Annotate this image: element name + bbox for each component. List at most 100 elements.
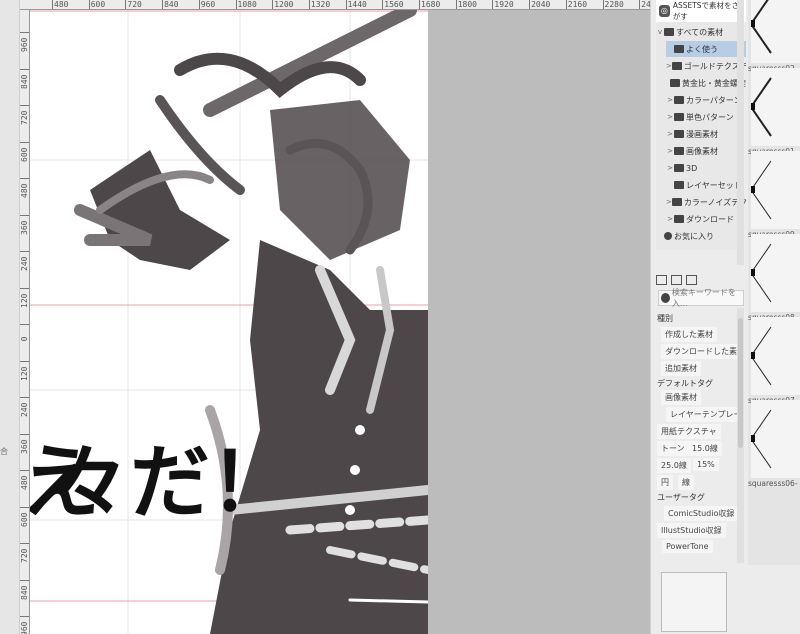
expand-chevron-icon[interactable]: > [666,198,672,206]
material-thumbnail[interactable] [748,400,800,478]
tag-button[interactable]: 15% [693,458,719,471]
workspace-background [428,10,650,634]
ruler-label: 1560 [382,0,404,9]
material-thumbnail[interactable] [748,151,800,229]
left-panel-mark: 合 [0,447,8,456]
tree-item[interactable]: > 画像素材 [666,143,746,159]
tree-item[interactable]: > 漫画素材 [666,126,746,142]
material-thumbnail[interactable] [748,68,800,146]
material-thumbnail[interactable] [748,234,800,312]
tag-button[interactable]: IllustStudio収録 [657,523,726,538]
folder-icon [670,79,680,87]
tag-button[interactable]: 線 [678,475,694,490]
tree-item[interactable]: >3D [666,160,746,176]
expand-chevron-icon[interactable]: v [656,28,664,36]
tree-item[interactable]: > ダウンロード [666,211,746,227]
ruler-label-text: 600 [20,147,29,162]
folder-icon [671,198,682,206]
ruler-label-text: 360 [20,220,29,235]
new-folder-icon[interactable] [656,275,667,285]
ruler-label-text: 600 [20,512,29,527]
ruler-label: 240 [20,251,29,271]
pattern-icon [674,96,684,104]
tree-item-label: カラーパターン [686,95,742,105]
ruler-label: 480 [52,0,69,9]
download-icon [674,215,684,223]
tag-button[interactable]: 15.0線 [688,441,722,456]
tag-button[interactable]: 円 [657,475,673,490]
tag-heading: ユーザータグ [657,493,705,502]
tag-button[interactable]: レイヤーテンプレート [666,407,738,422]
assets-search-button[interactable]: ◎ ASSETSで素材をさがす [656,0,746,22]
tree-scrollbar[interactable] [737,0,744,265]
tree-item[interactable]: レイヤーセット [666,177,746,193]
assets-label: ASSETSで素材をさがす [672,1,740,21]
ruler-label: 720 [20,105,29,125]
tag-scrollbar[interactable] [737,308,744,563]
ruler-label: 480 [20,178,29,198]
material-thumbnail[interactable] [748,317,800,395]
ruler-label: 960 [20,32,29,52]
tree-item[interactable]: お気に入り [656,228,736,244]
vertical-ruler: 960 840 720 600 480 360 240 120 0 120 240 360 480 600… [20,10,30,634]
expand-chevron-icon[interactable]: > [666,130,674,138]
expand-chevron-icon[interactable]: > [666,215,674,223]
ruler-label: 1680 [419,0,441,9]
tag-button[interactable]: 用紙テクスチャ [657,424,721,439]
search-placeholder: 検索キーワードを入... [671,288,736,308]
ruler-label: 120 [20,287,29,308]
tree-item[interactable]: 黄金比・黄金螺旋 [666,75,746,91]
expand-chevron-icon[interactable]: > [666,147,674,155]
ruler-label-text: 240 [20,256,29,271]
expand-chevron-icon[interactable]: > [666,164,674,172]
material-preview [661,572,727,632]
ruler-label-text: 120 [20,293,29,308]
folder-icon [674,45,684,53]
ruler-label-text: 960 [20,621,29,634]
tree-item-label: レイヤーセット [686,180,742,190]
expand-chevron-icon[interactable]: > [666,113,674,121]
ruler-label: 1920 [492,0,514,9]
material-panel: ◎ ASSETSで素材をさがす v すべての素材よく使う >ゴールドテクスチャ黄金比… [650,0,800,634]
search-input[interactable]: 検索キーワードを入... [658,288,744,308]
expand-chevron-icon[interactable]: > [666,96,674,104]
tag-button[interactable]: トーン [657,441,689,456]
ruler-label: 600 [20,141,29,162]
tree-item[interactable]: よく使う [666,41,746,57]
tree-item[interactable]: > カラーパターン [666,92,746,108]
grid-icon [664,28,674,36]
edit-folder-icon[interactable] [686,275,697,285]
tag-button[interactable]: ComicStudio収録 [664,506,738,521]
horizontal-ruler: 480 600 720 840 960 1080 1200 1320 1440 1560 1680 1… [20,0,650,10]
expand-chevron-icon[interactable]: > [666,62,672,70]
tree-item[interactable]: >ゴールドテクスチャ [666,58,746,74]
ruler-label: 600 [20,506,29,527]
tree-item[interactable]: > 単色パターン [666,109,746,125]
tag-button[interactable]: 25.0線 [657,458,691,473]
left-panel: 合 [0,0,20,634]
drawing-canvas[interactable]: え 々だ！ [30,10,428,634]
delete-folder-icon[interactable] [671,275,682,285]
ruler-label: 720 [125,0,142,9]
tree-item[interactable]: v すべての素材 [656,24,736,40]
tag-button[interactable]: PowerTone [662,540,713,553]
ruler-label-text: 720 [20,110,29,125]
tree-item[interactable]: >カラーノイズテクスチャ [666,194,746,210]
material-thumbnails: squaresss02-squaresss01-squaresss09-squa… [748,0,800,565]
material-thumbnail[interactable] [748,0,800,63]
tag-button[interactable]: ダウンロードした素材 [661,344,738,359]
ruler-label: 360 [20,433,29,454]
tag-button[interactable]: 作成した素材 [661,327,717,342]
image-icon [674,147,684,155]
ruler-label: 2160 [565,0,588,9]
ruler-label: 840 [20,579,29,600]
ruler-label: 1320 [308,0,331,9]
tag-button[interactable]: 画像素材 [661,390,701,405]
ruler-label: 2400 [639,0,650,9]
tree-item-label: お気に入り [674,231,714,241]
tree-item-label: 漫画素材 [686,129,718,139]
ruler-label: 1200 [272,0,294,9]
ruler-label: 960 [198,0,216,9]
tag-button[interactable]: 追加素材 [661,361,701,376]
ruler-label-text: 240 [20,402,29,417]
